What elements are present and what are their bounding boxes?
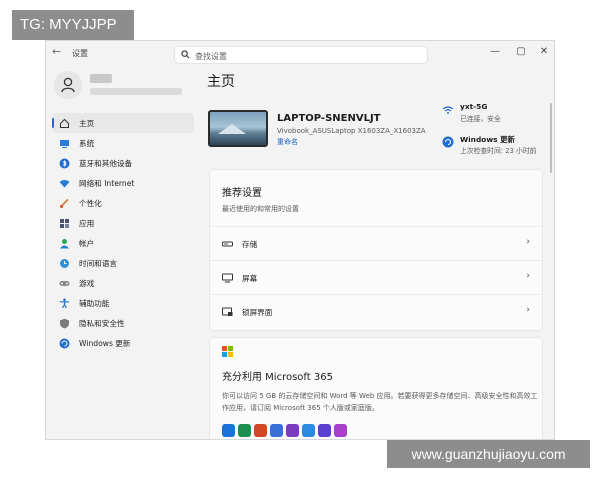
- chevron-right-icon: ›: [526, 305, 530, 315]
- apps-icon: [59, 218, 70, 229]
- microsoft-365-card: 充分利用 Microsoft 365 你可以访问 5 GB 的云存储空间和 Wo…: [209, 337, 543, 439]
- storage-icon: [222, 241, 233, 247]
- person-icon: [61, 77, 75, 93]
- microsoft-logo-icon: [222, 346, 234, 358]
- device-info: LAPTOP-SNENVLJT Vivobook_ASUSLaptop X160…: [207, 105, 437, 149]
- onedrive-icon: [302, 424, 315, 437]
- m365-description: 你可以访问 5 GB 的云存储空间和 Word 等 Web 应用。若要获得更多存…: [222, 392, 538, 412]
- m365-app-icons: [222, 424, 347, 437]
- user-email-redacted: [90, 88, 182, 95]
- home-icon: [59, 118, 70, 129]
- sidebar-item-time-language[interactable]: 时间和语言: [52, 253, 194, 273]
- windows-update-status[interactable]: Windows 更新 上次检查时间: 23 小时前: [442, 133, 552, 157]
- close-button[interactable]: ✕: [533, 44, 554, 60]
- sidebar-item-accounts[interactable]: 帐户: [52, 233, 194, 253]
- sidebar-item-network[interactable]: 网络和 Internet: [52, 173, 194, 193]
- bluetooth-icon: [59, 158, 70, 169]
- rename-link[interactable]: 重命名: [277, 137, 298, 147]
- device-name: LAPTOP-SNENVLJT: [277, 113, 381, 124]
- onenote-icon: [286, 424, 299, 437]
- recommended-subtitle: 最近使用的和常用的设置: [222, 205, 299, 213]
- update-icon: [59, 338, 70, 349]
- wifi-icon: [442, 106, 454, 114]
- sidebar-nav: 主页 系统 蓝牙和其他设备 网络和 Internet 个性化 应用 帐户 时间和…: [52, 113, 194, 353]
- recommended-settings-card: 推荐设置 最近使用的和常用的设置 存储 › 屏幕 › 锁屏界面 ›: [209, 169, 543, 331]
- sidebar-item-accessibility[interactable]: 辅助功能: [52, 293, 194, 313]
- search-input[interactable]: 查找设置: [174, 46, 428, 64]
- globe-clock-icon: [59, 258, 70, 269]
- back-arrow-icon[interactable]: ←: [52, 45, 61, 58]
- settings-window: ← 设置 查找设置 — ▢ ✕ 主页 系统 蓝牙和其他设备 网络和 Intern…: [45, 40, 555, 440]
- recommended-row-display[interactable]: 屏幕 ›: [210, 260, 542, 294]
- app-title: 设置: [72, 49, 88, 58]
- tag-badge: TG: MYYJJPP: [12, 10, 134, 40]
- user-profile[interactable]: [54, 71, 194, 107]
- accessibility-icon: [59, 298, 70, 309]
- sidebar-item-privacy[interactable]: 隐私和安全性: [52, 313, 194, 333]
- excel-icon: [238, 424, 251, 437]
- outlook-icon: [222, 424, 235, 437]
- maximize-button[interactable]: ▢: [510, 44, 532, 60]
- chevron-right-icon: ›: [526, 271, 530, 281]
- system-icon: [59, 138, 70, 149]
- page-title: 主页: [207, 74, 235, 90]
- update-icon: [442, 136, 454, 148]
- sidebar-item-windows-update[interactable]: Windows 更新: [52, 333, 194, 353]
- sidebar-item-personalization[interactable]: 个性化: [52, 193, 194, 213]
- recommended-row-lock-screen[interactable]: 锁屏界面 ›: [210, 294, 542, 328]
- recommended-row-storage[interactable]: 存储 ›: [210, 226, 542, 260]
- search-placeholder: 查找设置: [195, 52, 227, 61]
- user-name-redacted: [90, 74, 112, 83]
- avatar: [54, 71, 82, 99]
- status-block: yxt-5G 已连接，安全 Windows 更新 上次检查时间: 23 小时前: [442, 101, 552, 159]
- gamepad-icon: [59, 278, 70, 289]
- titlebar: ← 设置 查找设置 — ▢ ✕: [46, 41, 554, 65]
- account-icon: [59, 238, 70, 249]
- wifi-icon: [59, 178, 70, 189]
- watermark: www.guanzhujiaoyu.com: [387, 440, 590, 468]
- m365-title: 充分利用 Microsoft 365: [222, 372, 333, 383]
- brush-icon: [59, 198, 70, 209]
- display-icon: [222, 273, 233, 283]
- shield-icon: [59, 318, 70, 329]
- lock-screen-icon: [222, 307, 233, 316]
- defender-icon: [270, 424, 283, 437]
- sidebar-item-apps[interactable]: 应用: [52, 213, 194, 233]
- device-wallpaper-thumbnail: [208, 110, 268, 147]
- powerpoint-icon: [254, 424, 267, 437]
- sidebar-item-system[interactable]: 系统: [52, 133, 194, 153]
- search-icon: [181, 50, 190, 59]
- scrollbar[interactable]: [550, 103, 552, 173]
- recommended-title: 推荐设置: [222, 188, 262, 199]
- device-model: Vivobook_ASUSLaptop X1603ZA_X1603ZA: [277, 127, 426, 135]
- designer-icon: [334, 424, 347, 437]
- clipchamp-icon: [318, 424, 331, 437]
- chevron-right-icon: ›: [526, 237, 530, 247]
- active-indicator: [52, 118, 54, 128]
- wifi-status[interactable]: yxt-5G 已连接，安全: [442, 101, 552, 125]
- sidebar-item-home[interactable]: 主页: [52, 113, 194, 133]
- sidebar-item-gaming[interactable]: 游戏: [52, 273, 194, 293]
- sidebar-item-bluetooth[interactable]: 蓝牙和其他设备: [52, 153, 194, 173]
- minimize-button[interactable]: —: [484, 44, 506, 60]
